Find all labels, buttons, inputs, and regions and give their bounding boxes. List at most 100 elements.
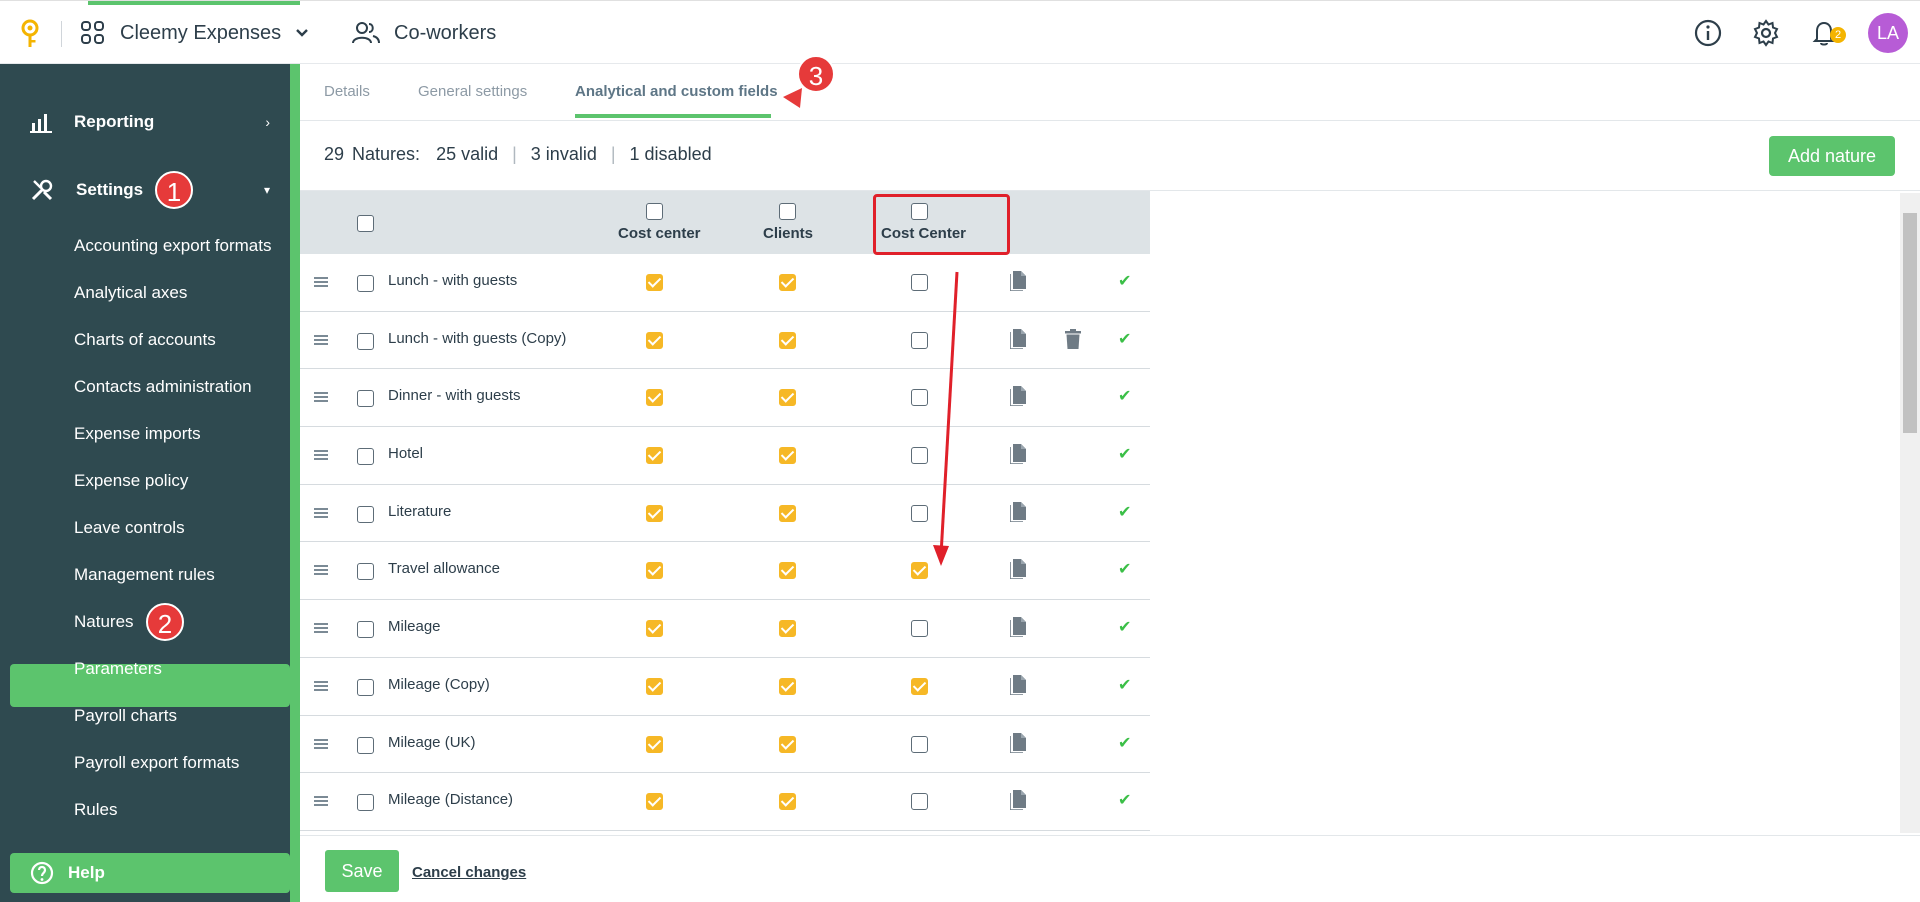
gear-icon[interactable] (1752, 19, 1780, 47)
drag-handle-icon[interactable] (314, 623, 328, 635)
row-checkbox-clients[interactable] (779, 331, 796, 349)
sidebar-item-charts-of-accounts[interactable]: Charts of accounts (74, 330, 216, 350)
sidebar-item-management-rules[interactable]: Management rules (74, 565, 215, 585)
row-checkbox-clients[interactable] (779, 562, 796, 580)
add-nature-button[interactable]: Add nature (1769, 136, 1895, 176)
sidebar-item-settings[interactable]: Settings ▾ (30, 170, 270, 210)
notifications-button[interactable]: 2 (1810, 19, 1846, 47)
info-icon[interactable] (1694, 19, 1722, 47)
row-checkbox-clients[interactable] (779, 447, 796, 465)
sidebar-item-natures[interactable]: Natures (74, 612, 134, 632)
copy-icon[interactable] (1010, 386, 1026, 407)
drag-handle-icon[interactable] (314, 392, 328, 404)
drag-handle-icon[interactable] (314, 277, 328, 289)
row-checkbox-clients[interactable] (779, 677, 796, 695)
row-checkbox-cost-center[interactable] (646, 735, 663, 753)
tab-general-settings[interactable]: General settings (418, 83, 527, 100)
app-switcher[interactable]: Cleemy Expenses (80, 1, 309, 65)
row-checkbox-cost-center-2[interactable] (911, 793, 928, 811)
tab-analytical-custom-fields[interactable]: Analytical and custom fields (575, 83, 778, 100)
row-checkbox-clients[interactable] (779, 504, 796, 522)
disabled-count[interactable]: 1 disabled (630, 144, 712, 165)
coworkers-link[interactable]: Co-workers (352, 1, 496, 65)
row-checkbox-cost-center[interactable] (646, 793, 663, 811)
copy-icon[interactable] (1010, 674, 1026, 695)
invalid-count[interactable]: 3 invalid (531, 144, 597, 165)
column-checkbox-cost-center[interactable] (646, 203, 663, 220)
copy-icon[interactable] (1010, 444, 1026, 465)
copy-icon[interactable] (1010, 328, 1026, 349)
cleemy-logo-icon[interactable] (18, 19, 42, 49)
sidebar-item-analytical-axes[interactable]: Analytical axes (74, 283, 187, 303)
row-checkbox-cost-center[interactable] (646, 389, 663, 407)
row-select-checkbox[interactable] (357, 794, 374, 812)
select-all-checkbox[interactable] (357, 215, 374, 232)
sidebar-item-payroll-charts[interactable]: Payroll charts (74, 706, 177, 726)
sidebar-item-leave-controls[interactable]: Leave controls (74, 518, 185, 538)
copy-icon[interactable] (1010, 732, 1026, 753)
copy-icon[interactable] (1010, 790, 1026, 811)
row-select-checkbox[interactable] (357, 563, 374, 581)
row-checkbox-cost-center[interactable] (646, 562, 663, 580)
trash-icon[interactable] (1065, 328, 1081, 349)
sidebar-item-parameters[interactable]: Parameters (74, 659, 162, 679)
footer-bar: Save Cancel changes (300, 835, 1920, 902)
sidebar-item-rules[interactable]: Rules (74, 800, 117, 820)
row-checkbox-cost-center-2[interactable] (911, 735, 928, 753)
cancel-changes-link[interactable]: Cancel changes (412, 864, 526, 881)
row-select-checkbox[interactable] (357, 678, 374, 696)
row-select-checkbox[interactable] (357, 390, 374, 408)
row-checkbox-clients[interactable] (779, 389, 796, 407)
row-checkbox-cost-center[interactable] (646, 677, 663, 695)
copy-icon[interactable] (1010, 271, 1026, 291)
sidebar-item-expense-imports[interactable]: Expense imports (74, 424, 201, 444)
drag-handle-icon[interactable] (314, 680, 328, 693)
row-checkbox-clients[interactable] (779, 620, 796, 638)
row-select-checkbox[interactable] (357, 448, 374, 466)
valid-count[interactable]: 25 valid (436, 144, 498, 165)
row-select-checkbox[interactable] (357, 505, 374, 523)
scrollbar-thumb[interactable] (1903, 213, 1917, 433)
row-select-checkbox[interactable] (357, 621, 374, 639)
copy-icon[interactable] (1010, 617, 1026, 638)
row-checkbox-cost-center-2[interactable] (911, 331, 928, 349)
row-checkbox-clients[interactable] (779, 274, 796, 291)
row-checkbox-cost-center-2[interactable] (911, 620, 928, 638)
help-button[interactable]: Help (10, 853, 290, 893)
copy-icon[interactable] (1010, 501, 1026, 522)
row-checkbox-cost-center-2[interactable] (911, 274, 928, 291)
drag-handle-icon[interactable] (314, 507, 328, 520)
sidebar-item-contacts-administration[interactable]: Contacts administration (74, 377, 252, 397)
drag-handle-icon[interactable] (314, 450, 328, 462)
sidebar-item-payroll-export-formats[interactable]: Payroll export formats (74, 753, 239, 773)
row-select-checkbox[interactable] (357, 275, 374, 292)
row-checkbox-cost-center-2[interactable] (911, 447, 928, 465)
avatar[interactable]: LA (1868, 13, 1908, 53)
row-checkbox-cost-center[interactable] (646, 447, 663, 465)
drag-handle-icon[interactable] (314, 565, 328, 577)
row-checkbox-cost-center-2[interactable] (911, 504, 928, 522)
row-checkbox-cost-center-2[interactable] (911, 389, 928, 407)
sidebar-item-reporting[interactable]: Reporting › (30, 102, 270, 142)
table-scrollbar[interactable] (1900, 193, 1920, 833)
row-select-checkbox[interactable] (357, 736, 374, 754)
row-checkbox-cost-center[interactable] (646, 274, 663, 291)
row-checkbox-cost-center[interactable] (646, 620, 663, 638)
drag-handle-icon[interactable] (314, 334, 328, 347)
row-checkbox-cost-center-2[interactable] (911, 677, 928, 695)
row-checkbox-cost-center-2[interactable] (911, 562, 928, 580)
row-checkbox-clients[interactable] (779, 735, 796, 753)
sidebar-item-expense-policy[interactable]: Expense policy (74, 471, 188, 491)
column-checkbox-clients[interactable] (779, 203, 796, 220)
row-checkbox-cost-center[interactable] (646, 504, 663, 522)
copy-icon[interactable] (1010, 559, 1026, 580)
drag-handle-icon[interactable] (314, 796, 328, 808)
row-select-checkbox[interactable] (357, 332, 374, 350)
sidebar-item-accounting-export-formats[interactable]: Accounting export formats (74, 236, 271, 256)
tab-details[interactable]: Details (324, 83, 370, 100)
save-button[interactable]: Save (325, 850, 399, 892)
row-checkbox-clients[interactable] (779, 793, 796, 811)
valid-check-icon: ✔ (1118, 503, 1132, 521)
drag-handle-icon[interactable] (314, 738, 328, 751)
row-checkbox-cost-center[interactable] (646, 331, 663, 349)
